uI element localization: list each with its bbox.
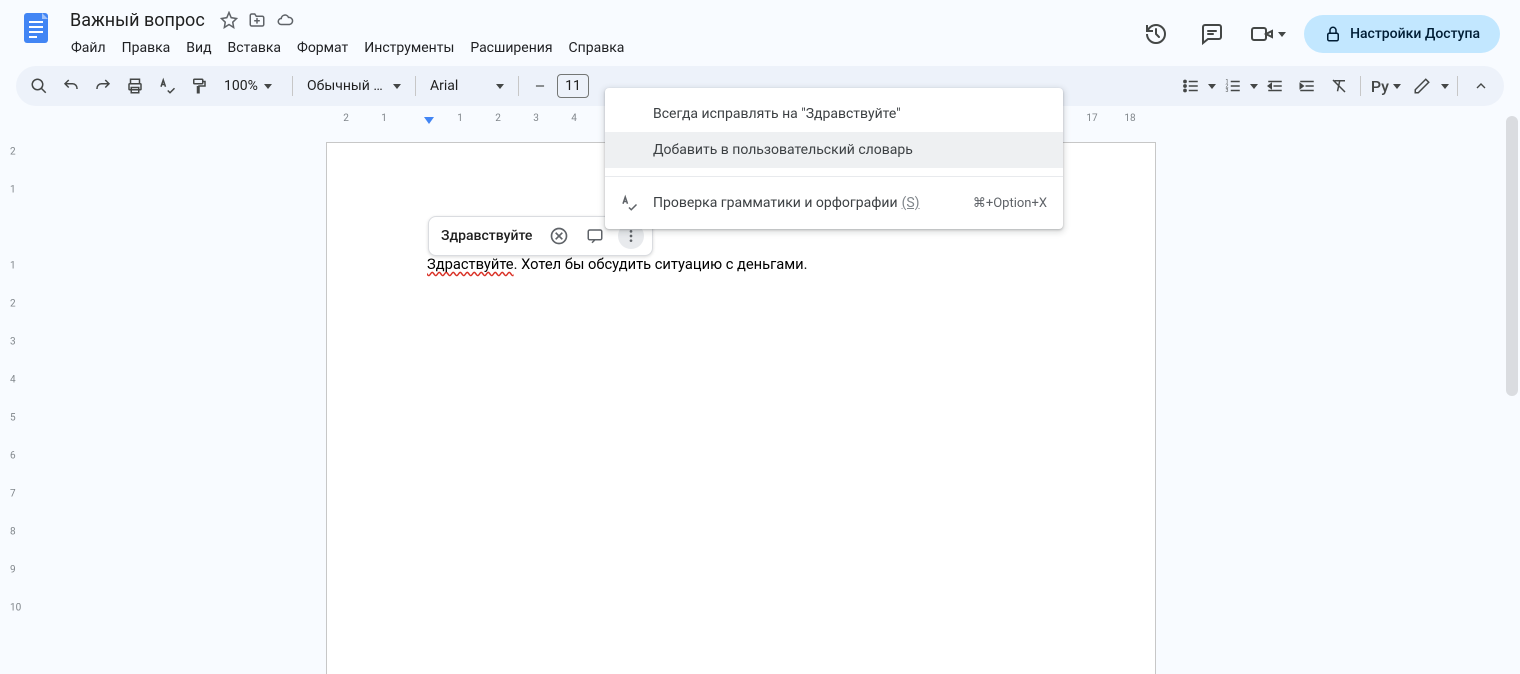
cm-add-to-dictionary[interactable]: Добавить в пользовательский словарь	[605, 132, 1063, 168]
svg-text:3: 3	[1225, 88, 1228, 94]
indent-decrease-icon[interactable]	[1260, 71, 1290, 101]
star-icon[interactable]	[219, 10, 239, 30]
suggestion-text[interactable]: Здравствуйте	[437, 228, 536, 244]
chevron-down-icon[interactable]	[1208, 84, 1216, 89]
spellcheck-icon[interactable]	[152, 71, 182, 101]
menu-insert[interactable]: Вставка	[221, 36, 288, 60]
menu-format[interactable]: Формат	[290, 36, 355, 60]
separator	[518, 76, 519, 96]
indent-increase-icon[interactable]	[1292, 71, 1322, 101]
header-right: Настройки Доступа	[1136, 8, 1504, 54]
app-header: Важный вопрос Файл Правка Вид Вставка Фо…	[0, 0, 1520, 60]
menu-help[interactable]: Справка	[562, 36, 632, 60]
cm-spellcheck[interactable]: Проверка грамматики и орфографии (S) ⌘+O…	[605, 185, 1063, 221]
menu-bar: Файл Правка Вид Вставка Формат Инструмен…	[64, 36, 1136, 60]
menu-view[interactable]: Вид	[179, 36, 218, 60]
chevron-down-icon	[264, 84, 272, 89]
separator	[605, 176, 1063, 177]
document-title[interactable]: Важный вопрос	[64, 8, 211, 33]
comments-icon[interactable]	[1192, 14, 1232, 54]
collapse-toolbar-icon[interactable]	[1466, 71, 1496, 101]
fontsize-decrease-icon[interactable]	[525, 71, 555, 101]
search-icon[interactable]	[24, 71, 54, 101]
clear-format-icon[interactable]	[1324, 71, 1354, 101]
title-area: Важный вопрос Файл Правка Вид Вставка Фо…	[64, 8, 1136, 60]
meet-button[interactable]	[1248, 14, 1288, 54]
chevron-down-icon	[496, 84, 504, 89]
context-menu: Всегда исправлять на "Здравствуйте" Доба…	[605, 88, 1063, 229]
chevron-down-icon	[1393, 84, 1401, 89]
numbered-list-icon[interactable]: 123	[1218, 71, 1248, 101]
chevron-down-icon	[1278, 32, 1286, 37]
bulleted-list-icon[interactable]	[1176, 71, 1206, 101]
body-text[interactable]: . Хотел бы обсудить ситуацию с деньгами.	[514, 255, 808, 273]
chevron-down-icon[interactable]	[1250, 84, 1258, 89]
font-select[interactable]: Arial	[422, 72, 512, 100]
chevron-down-icon	[393, 84, 401, 89]
dismiss-suggestion-icon[interactable]	[546, 223, 572, 249]
scrollbar-thumb[interactable]	[1506, 116, 1518, 396]
paint-format-icon[interactable]	[184, 71, 214, 101]
cm-always-correct[interactable]: Всегда исправлять на "Здравствуйте"	[605, 96, 1063, 132]
paragraph-style-select[interactable]: Обычный …	[299, 72, 409, 100]
history-icon[interactable]	[1136, 14, 1176, 54]
print-icon[interactable]	[120, 71, 150, 101]
cloud-status-icon[interactable]	[275, 10, 295, 30]
zoom-select[interactable]: 100%	[216, 72, 286, 100]
undo-icon[interactable]	[56, 71, 86, 101]
chevron-down-icon[interactable]	[1441, 84, 1449, 89]
separator	[415, 76, 416, 96]
spellcheck-menu-icon	[619, 193, 639, 213]
menu-extensions[interactable]: Расширения	[463, 36, 559, 60]
separator	[1360, 76, 1361, 96]
fontsize-input[interactable]: 11	[557, 74, 589, 98]
menu-tools[interactable]: Инструменты	[357, 36, 461, 60]
input-tools-icon[interactable]: Ру	[1367, 71, 1405, 101]
vertical-ruler[interactable]: 2 1 1 2 3 4 5 6 7 8 9 10	[6, 116, 26, 674]
menu-file[interactable]: Файл	[64, 36, 113, 60]
move-folder-icon[interactable]	[247, 10, 267, 30]
misspelled-word[interactable]: Здраствуйте	[427, 255, 514, 273]
separator	[1457, 76, 1458, 96]
editing-mode-icon[interactable]	[1407, 71, 1437, 101]
separator	[292, 76, 293, 96]
share-label: Настройки Доступа	[1350, 26, 1480, 42]
share-button[interactable]: Настройки Доступа	[1304, 15, 1500, 53]
redo-icon[interactable]	[88, 71, 118, 101]
vertical-scrollbar[interactable]	[1506, 116, 1518, 670]
menu-edit[interactable]: Правка	[115, 36, 178, 60]
docs-logo[interactable]	[16, 8, 56, 48]
